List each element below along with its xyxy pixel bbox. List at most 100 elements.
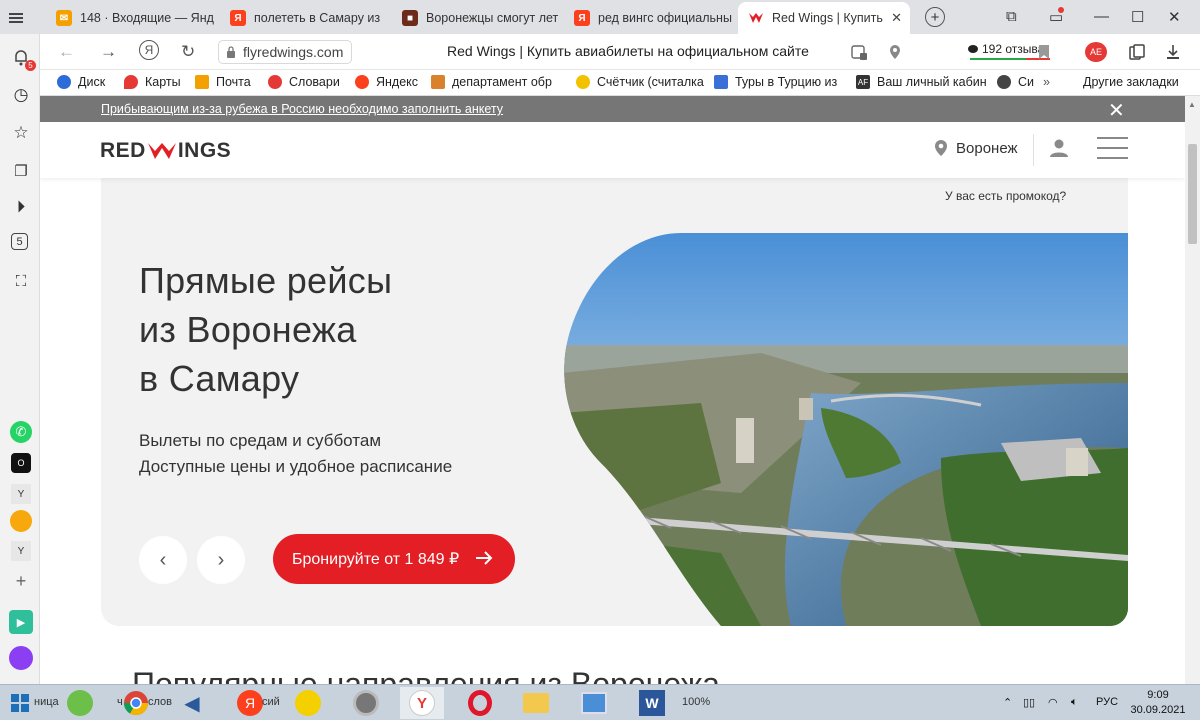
hero-title: Прямые рейсы из Воронежа в Самару xyxy=(139,260,393,399)
bookmarks-overflow[interactable]: » xyxy=(1043,75,1050,89)
sound-app[interactable]: ◀ xyxy=(170,687,214,719)
tab-redwings[interactable]: Red Wings | Купить ✕ xyxy=(738,2,910,34)
book-button[interactable]: Бронируйте от 1 849 ₽ xyxy=(273,534,515,584)
reviews-widget[interactable]: 192 отзыва xyxy=(968,42,1044,56)
whatsapp-icon[interactable]: ✆ xyxy=(10,421,32,443)
mail-icon: ✉ xyxy=(56,10,72,26)
smiley-icon xyxy=(295,690,321,716)
bookmark-item[interactable]: Почта xyxy=(195,75,251,89)
system-clock[interactable]: 9:09 30.09.2021 xyxy=(1128,688,1188,718)
opera-app[interactable] xyxy=(458,687,502,719)
explorer-app[interactable] xyxy=(514,687,558,719)
close-notice-icon[interactable]: ✕ xyxy=(1108,98,1125,123)
forward-button[interactable]: → xyxy=(100,42,117,62)
close-window-button[interactable]: ✕ xyxy=(1168,8,1181,26)
collections-icon[interactable] xyxy=(1128,43,1146,61)
downloads-icon[interactable] xyxy=(1164,43,1182,61)
extensions-icon[interactable] xyxy=(850,43,868,61)
send-icon[interactable]: ▶ xyxy=(9,610,33,634)
hero-subtitle: Вылеты по средам и субботам Доступные це… xyxy=(139,431,453,476)
opera-icon xyxy=(468,690,492,716)
browser-sidebar: 5 ◷ ☆ ❐ ⏵ 5 ⛶ ✆ O Y Y + ▶ xyxy=(0,34,40,684)
bookmark-item[interactable]: Си xyxy=(997,75,1034,89)
notification-badge: 5 xyxy=(25,60,36,71)
minimize-button[interactable]: — xyxy=(1094,8,1109,25)
scrollbar-thumb[interactable] xyxy=(1188,144,1197,244)
yandex-app-icon-2[interactable]: Y xyxy=(11,541,31,561)
yandex-home-icon[interactable]: Я xyxy=(139,40,159,60)
location-icon[interactable] xyxy=(886,43,904,61)
scroll-up-icon[interactable]: ▲ xyxy=(1188,100,1196,109)
apps-icon[interactable]: 5 xyxy=(11,233,28,250)
torrent-app[interactable] xyxy=(58,687,102,719)
media-icon[interactable]: ⏵ xyxy=(11,197,31,217)
tabs-icon[interactable]: ⧉ xyxy=(1006,8,1017,25)
bookmark-item[interactable]: AF Ваш личный кабин xyxy=(856,75,987,89)
url-field[interactable]: flyredwings.com xyxy=(218,40,353,64)
hero-city-photo xyxy=(564,233,1128,626)
back-button[interactable]: ← xyxy=(58,42,75,62)
favorites-icon[interactable]: ☆ xyxy=(11,123,31,143)
bookmark-item[interactable]: Яндекс xyxy=(355,75,418,89)
promo-code-link[interactable]: У вас есть промокод? xyxy=(945,189,1066,203)
bookmark-item[interactable]: Счётчик (считалка xyxy=(576,75,704,89)
bookmark-item[interactable]: Туры в Турцию из xyxy=(714,75,837,89)
alice-icon[interactable] xyxy=(9,646,33,670)
reload-button[interactable]: ↻ xyxy=(181,42,195,62)
language-indicator[interactable]: РУС xyxy=(1096,696,1118,708)
tab-mail[interactable]: ✉ 148 · Входящие — Янд xyxy=(48,4,218,32)
address-bar: ← → Я ↻ flyredwings.com Red Wings | Купи… xyxy=(40,34,1200,70)
prev-slide-button[interactable]: ‹ xyxy=(139,536,187,584)
volume-icon[interactable]: 🔈︎ xyxy=(1071,696,1078,709)
tab-news[interactable]: ■ Воронежцы смогут лет xyxy=(394,4,562,32)
disk-icon xyxy=(57,75,71,89)
photos-app[interactable] xyxy=(572,687,616,719)
next-slide-button[interactable]: › xyxy=(197,536,245,584)
profile-avatar[interactable]: AE xyxy=(1085,42,1107,62)
user-icon[interactable] xyxy=(1049,138,1069,158)
yandex-icon: Я xyxy=(574,10,590,26)
tray-chevron-icon[interactable]: ⌃ xyxy=(1003,696,1012,709)
other-bookmarks[interactable]: Другие закладки xyxy=(1083,75,1179,89)
yandex-browser-app[interactable]: Y xyxy=(400,687,444,719)
media-player-app[interactable] xyxy=(344,687,388,719)
chrome-icon xyxy=(124,691,148,716)
city-selector[interactable]: Воронеж xyxy=(934,139,1018,157)
tab-search[interactable]: Я полететь в Самару из xyxy=(222,4,390,32)
new-tab-button[interactable]: + xyxy=(925,7,945,27)
screenshots-icon[interactable]: ⛶ xyxy=(11,271,31,291)
zen-icon[interactable] xyxy=(10,510,32,532)
history-icon[interactable]: ◷ xyxy=(11,85,31,105)
wifi-icon[interactable]: ◠ xyxy=(1048,696,1058,709)
wings-logo-icon xyxy=(147,143,176,159)
page-scrollbar[interactable]: ▲ xyxy=(1185,96,1200,684)
menu-burger-icon[interactable] xyxy=(1097,137,1128,161)
bookmark-item[interactable]: Диск xyxy=(57,75,105,89)
counter-icon xyxy=(576,75,590,89)
tab-search-2[interactable]: Я ред вингс официальны xyxy=(566,4,734,32)
redwings-logo[interactable]: RED INGS xyxy=(100,139,231,163)
tab-label: 148 · Входящие — Янд xyxy=(80,11,214,25)
bookmark-item[interactable]: Карты xyxy=(124,75,181,89)
sidebar-toggle[interactable] xyxy=(0,4,40,32)
web-page: Прибывающим из-за рубежа в Россию необхо… xyxy=(40,96,1185,684)
lock-icon xyxy=(227,46,235,58)
bookmark-icon[interactable] xyxy=(1035,43,1053,61)
bookmark-item[interactable]: департамент обр xyxy=(431,75,552,89)
maximize-button[interactable]: ☐ xyxy=(1131,8,1144,26)
add-panel-icon[interactable]: + xyxy=(11,571,31,591)
close-tab-icon[interactable]: ✕ xyxy=(891,10,902,26)
yandex-app-icon[interactable]: Y xyxy=(11,484,31,504)
messenger-app[interactable] xyxy=(286,687,330,719)
network-icon[interactable]: ▯▯ xyxy=(1023,696,1035,709)
collections-icon[interactable]: ❐ xyxy=(11,161,31,181)
messenger-icon[interactable]: O xyxy=(11,453,31,473)
mail-icon xyxy=(195,75,209,89)
bookmark-item[interactable]: Словари xyxy=(268,75,340,89)
notice-link[interactable]: Прибывающим из-за рубежа в Россию необхо… xyxy=(101,102,503,116)
hero-banner: У вас есть промокод? Прямые рейсы из Вор… xyxy=(101,136,1128,626)
notifications-icon[interactable]: 5 xyxy=(11,48,36,71)
tab-label: Red Wings | Купить xyxy=(772,11,883,25)
word-app[interactable]: W xyxy=(630,687,674,719)
news-icon: ■ xyxy=(402,10,418,26)
